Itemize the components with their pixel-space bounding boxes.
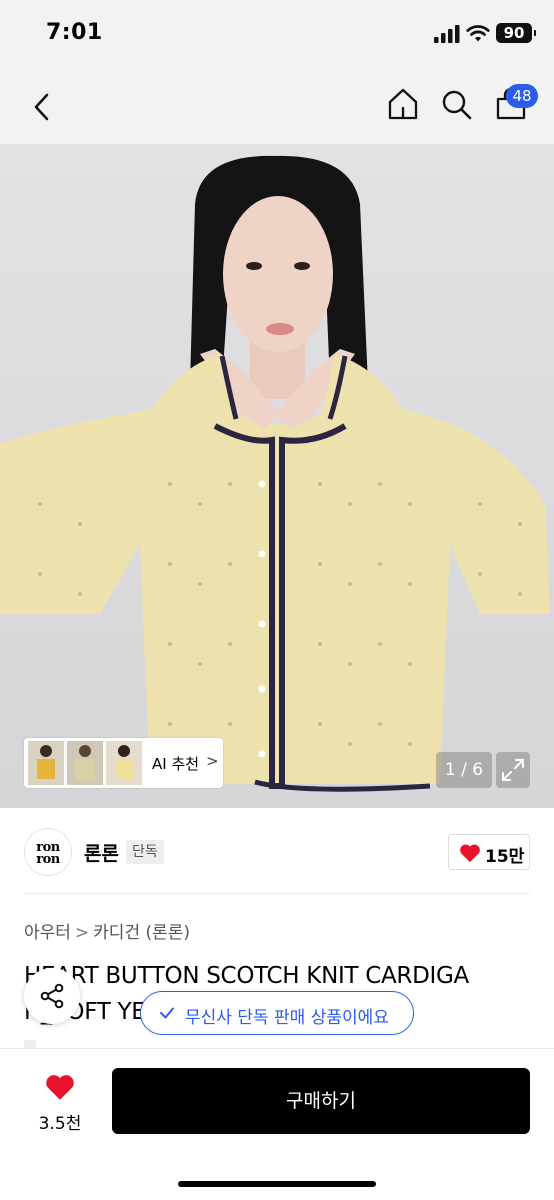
- expand-button[interactable]: [496, 752, 530, 788]
- cart-count-badge: 48: [506, 84, 538, 108]
- image-counter: 1 / 6: [436, 752, 492, 788]
- wishlist-button[interactable]: 3.5천: [24, 1069, 96, 1135]
- signal-icon: [434, 25, 460, 43]
- expand-icon: [502, 759, 524, 781]
- status-time: 7:01: [46, 20, 103, 45]
- bottom-action-bar: 3.5천 구매하기: [0, 1048, 554, 1200]
- exclusive-toast: 무신사 단독 판매 상품이에요: [140, 991, 414, 1035]
- brand-like-count: 15만: [485, 847, 525, 867]
- buy-button[interactable]: 구매하기: [112, 1068, 530, 1134]
- toast-text: 무신사 단독 판매 상품이에요: [185, 1008, 389, 1028]
- home-indicator: [178, 1181, 376, 1187]
- battery-icon: 90: [496, 23, 536, 43]
- ai-thumbnail: [67, 741, 103, 785]
- chevron-right-icon: >: [206, 752, 219, 770]
- brand-row: ron ron 론론 단독 15만: [0, 808, 554, 894]
- wishlist-count: 3.5천: [38, 1114, 82, 1134]
- product-photo: [0, 155, 550, 792]
- product-image-gallery[interactable]: AI 추천 > 1 / 6: [0, 144, 554, 808]
- status-bar: 7:01 90: [0, 0, 554, 70]
- breadcrumb-item[interactable]: 카디건: [93, 923, 140, 943]
- ai-thumbnail: [106, 741, 142, 785]
- back-icon: [34, 93, 49, 121]
- check-icon: [160, 1007, 174, 1019]
- brand-like-button[interactable]: 15만: [448, 834, 530, 870]
- home-icon: [388, 88, 418, 120]
- home-button[interactable]: [386, 86, 420, 122]
- ai-thumbnail: [28, 741, 64, 785]
- search-icon: [442, 90, 472, 120]
- ai-recommend-label: AI 추천: [152, 755, 200, 773]
- brand-name[interactable]: 론론: [84, 839, 119, 866]
- breadcrumb-separator: >: [74, 923, 90, 943]
- wifi-icon: [466, 25, 490, 42]
- top-nav: 48: [0, 70, 554, 144]
- breadcrumb-item[interactable]: 아우터: [24, 923, 71, 943]
- ai-recommend-button[interactable]: AI 추천 >: [24, 738, 223, 788]
- breadcrumb-item[interactable]: (론론): [146, 923, 191, 943]
- brand-logo[interactable]: ron ron: [24, 828, 72, 876]
- share-button[interactable]: [24, 968, 80, 1024]
- category-breadcrumb: 아우터 > 카디건 (론론): [24, 918, 190, 943]
- back-button[interactable]: [26, 87, 60, 127]
- heart-icon: [460, 844, 480, 863]
- share-icon: [40, 983, 64, 1009]
- divider: [24, 893, 530, 894]
- search-button[interactable]: [440, 86, 474, 122]
- heart-icon: [46, 1075, 74, 1100]
- exclusive-tag: 단독: [126, 840, 164, 864]
